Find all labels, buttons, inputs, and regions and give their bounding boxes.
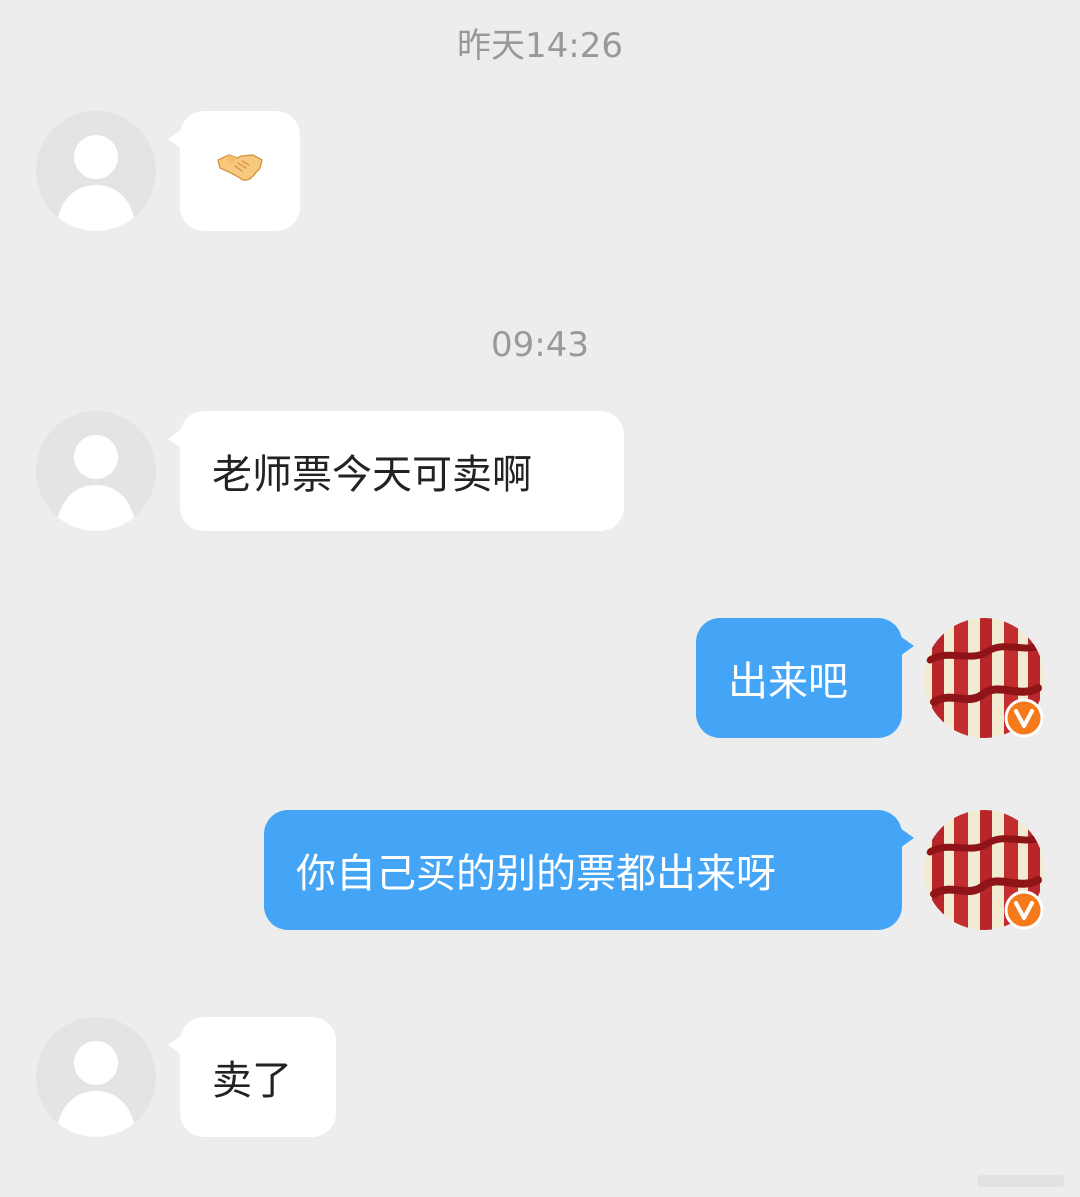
default-user-avatar-icon[interactable] <box>36 411 156 531</box>
timestamp: 昨天14:26 <box>457 26 623 66</box>
message-text: 你自己买的别的票都出来呀 <box>296 851 776 897</box>
message-bubble[interactable] <box>168 111 300 231</box>
verified-v-badge-icon <box>1004 698 1044 738</box>
message-text: 出来吧 <box>728 659 848 705</box>
verified-v-badge-icon <box>1004 890 1044 930</box>
message-bubble[interactable]: 卖了 <box>168 1017 336 1137</box>
watermark-logo <box>978 1171 1068 1191</box>
message-text: 老师票今天可卖啊 <box>212 452 532 498</box>
handshake-emoji-icon <box>215 146 265 196</box>
default-user-avatar-icon[interactable] <box>36 1017 156 1137</box>
message-text: 卖了 <box>212 1058 292 1104</box>
timestamp: 09:43 <box>491 325 589 365</box>
message-bubble[interactable]: 老师票今天可卖啊 <box>168 411 624 531</box>
message-bubble-outgoing[interactable]: 你自己买的别的票都出来呀 <box>264 810 914 930</box>
default-user-avatar-icon[interactable] <box>36 111 156 231</box>
message-bubble-outgoing[interactable]: 出来吧 <box>696 618 914 738</box>
